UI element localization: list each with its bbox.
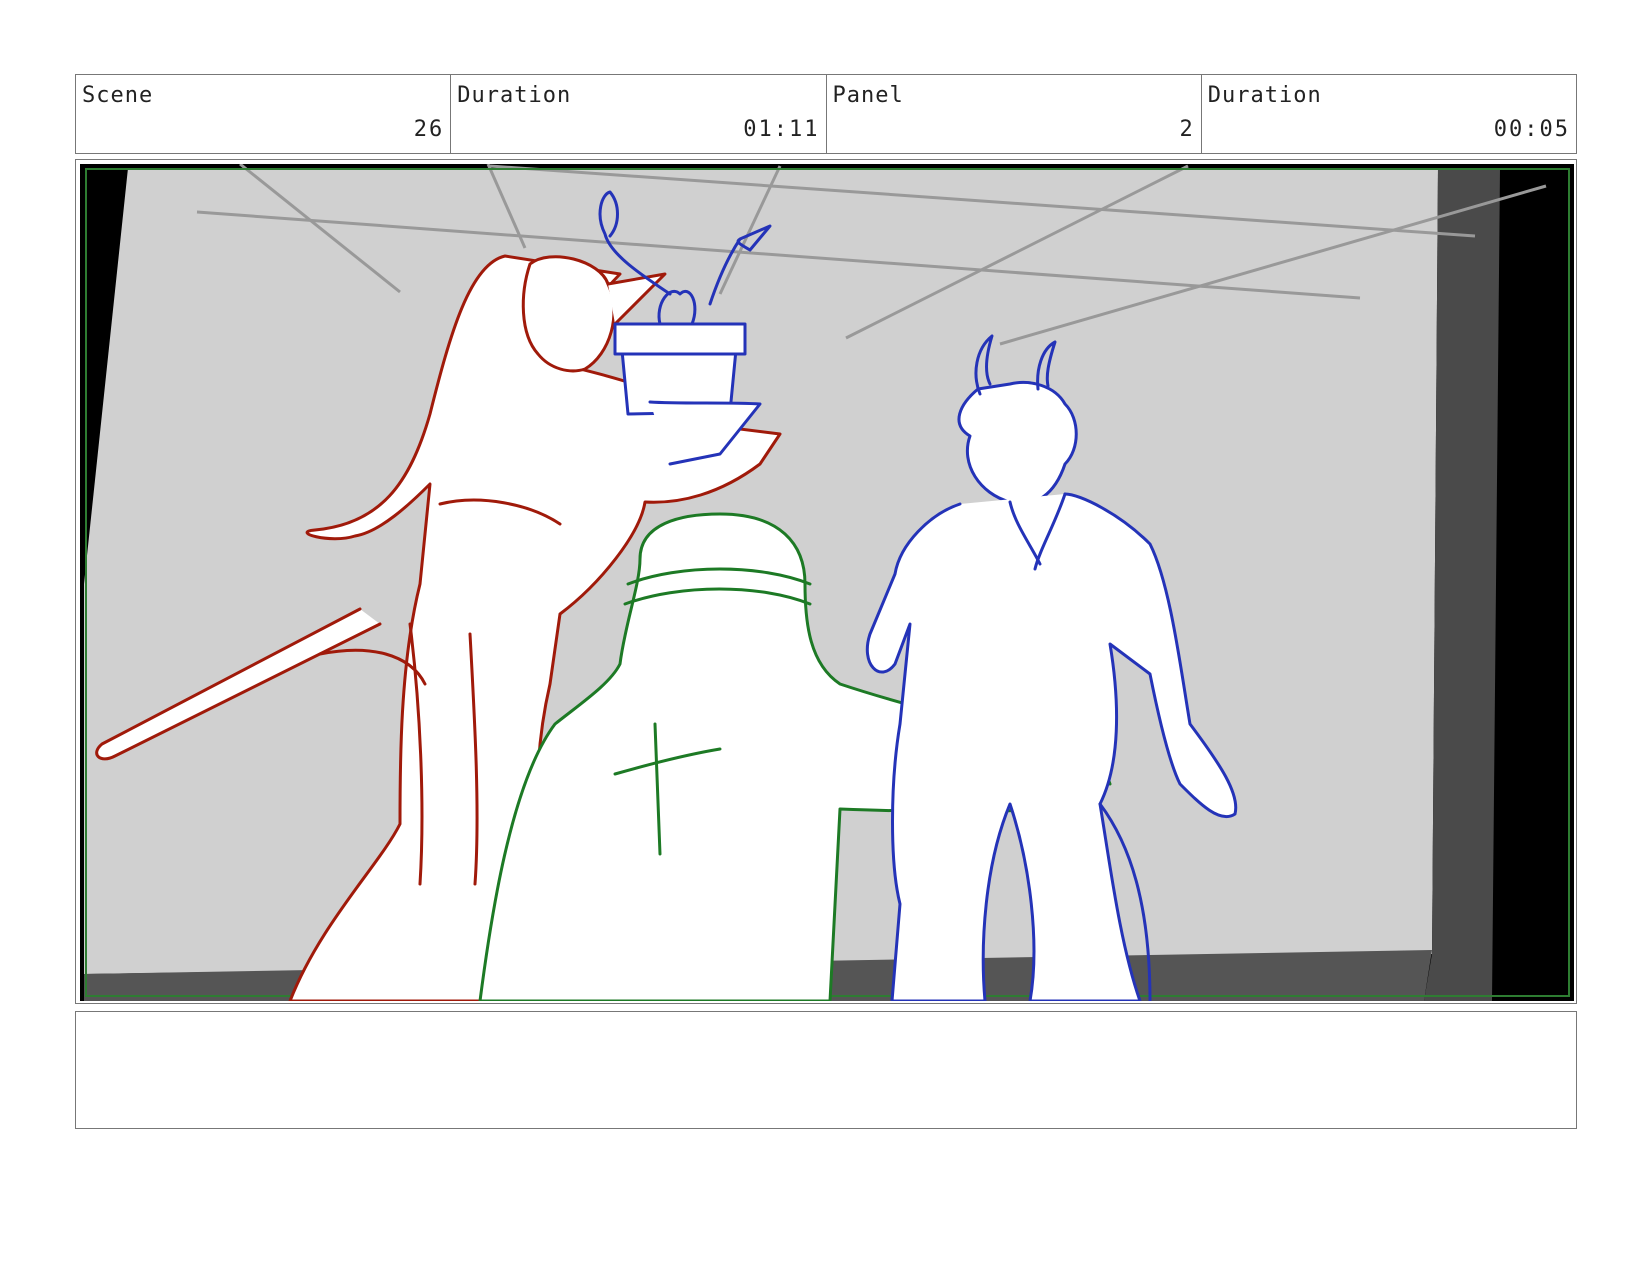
panel-label: Panel bbox=[832, 83, 904, 108]
panel-duration-cell: Duration 00:05 bbox=[1202, 75, 1576, 153]
panel-info-header: Scene 26 Duration 01:11 Panel 2 Duration… bbox=[75, 74, 1577, 154]
scene-number: 26 bbox=[413, 117, 445, 142]
panel-notes-box bbox=[75, 1011, 1577, 1129]
storyboard-panel-frame bbox=[75, 159, 1577, 1004]
scene-duration-label: Duration bbox=[457, 83, 572, 108]
panel-number: 2 bbox=[1179, 117, 1195, 142]
storyboard-sketch bbox=[80, 164, 1574, 1001]
scene-duration-value: 01:11 bbox=[743, 117, 820, 142]
panel-duration-label: Duration bbox=[1207, 83, 1322, 108]
scene-cell: Scene 26 bbox=[76, 75, 452, 153]
scene-duration-cell: Duration 01:11 bbox=[451, 75, 827, 153]
panel-cell: Panel 2 bbox=[827, 75, 1202, 153]
panel-duration-value: 00:05 bbox=[1493, 117, 1570, 142]
scene-label: Scene bbox=[82, 83, 154, 108]
